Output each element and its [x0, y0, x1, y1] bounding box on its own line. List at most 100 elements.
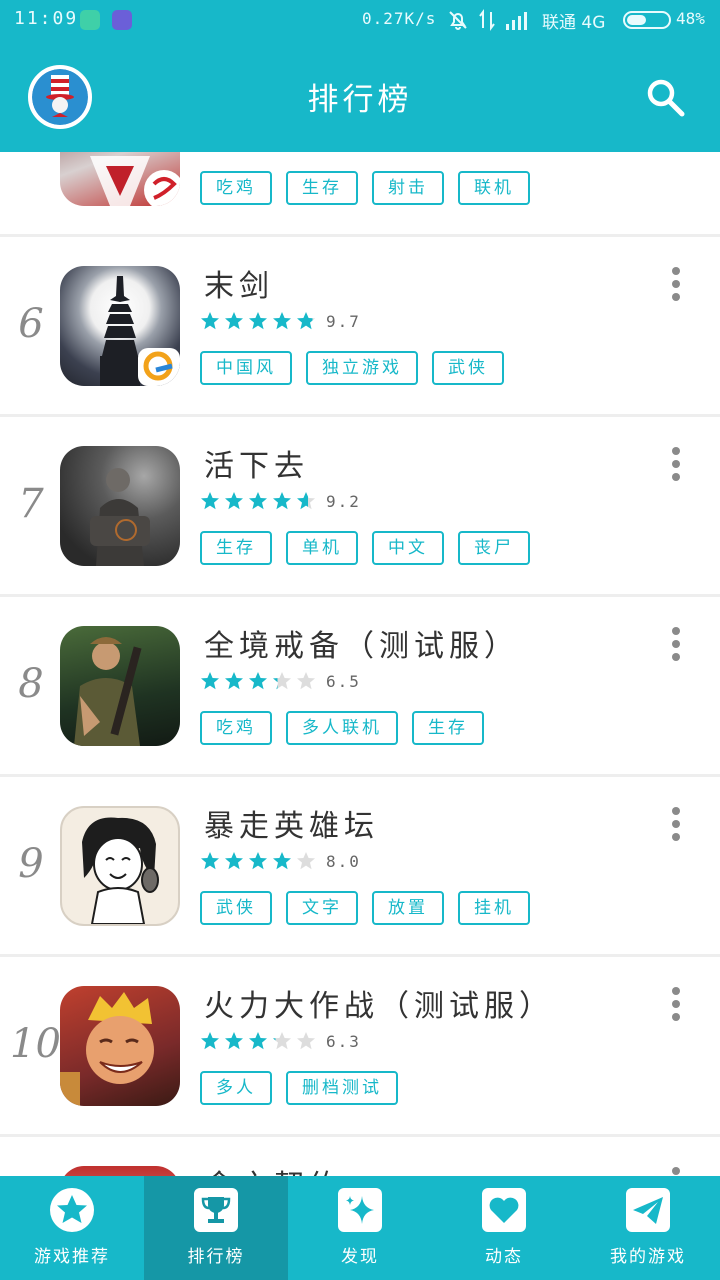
tag-list: 生存 单机 中文 丧尸	[200, 531, 544, 565]
game-tag[interactable]: 联机	[458, 171, 530, 205]
rank-number: 7	[18, 481, 44, 527]
ranking-list[interactable]: 吃鸡 生存 射击 联机 6 末剑 9.7 中国风 独立游戏 武侠 7 活下去 9…	[0, 152, 720, 1176]
star-icon	[273, 312, 291, 330]
search-icon[interactable]	[644, 76, 686, 118]
game-icon[interactable]	[60, 806, 180, 926]
nav-label: 排行榜	[187, 1247, 245, 1267]
ranking-row[interactable]: 10 火力大作战（测试服） 6.3 多人 删档测试	[0, 957, 720, 1137]
game-tag[interactable]: 武侠	[200, 891, 272, 925]
more-options-icon[interactable]	[664, 807, 688, 843]
tag-list: 吃鸡 生存 射击 联机	[200, 171, 544, 205]
network-speed: 0.27K/s	[362, 9, 437, 28]
ranking-row[interactable]: 9 暴走英雄坛 8.0 武侠 文字 放置 挂机	[0, 777, 720, 957]
more-options-icon[interactable]	[664, 627, 688, 663]
ranking-row[interactable]: 7 活下去 9.2 生存 单机 中文 丧尸	[0, 417, 720, 597]
game-icon[interactable]	[60, 986, 180, 1106]
game-name[interactable]: 全境戒备（测试服）	[204, 621, 519, 665]
game-tag[interactable]: 吃鸡	[200, 171, 272, 205]
star-icon	[225, 492, 243, 510]
status-time: 11:09	[14, 8, 79, 29]
ranking-row[interactable]: 6 末剑 9.7 中国风 独立游戏 武侠	[0, 237, 720, 417]
rank-number: 8	[18, 661, 44, 707]
star-icon	[273, 1032, 291, 1050]
tag-list: 武侠 文字 放置 挂机	[200, 891, 544, 925]
nav-item-recommend[interactable]: 游戏推荐	[0, 1176, 144, 1280]
game-tag[interactable]: 吃鸡	[200, 711, 272, 745]
game-icon[interactable]	[60, 1166, 180, 1176]
star-icon	[225, 1032, 243, 1050]
star-icon	[201, 672, 219, 690]
sparkle-icon	[338, 1188, 382, 1232]
game-name[interactable]: 活下去	[204, 441, 309, 485]
more-options-icon[interactable]	[664, 267, 688, 303]
star-icon	[297, 852, 315, 870]
rating-score: 9.2	[326, 491, 361, 511]
status-bar: 11:09 0.27K/s 联通 4G 48%	[0, 0, 720, 40]
game-tag[interactable]: 丧尸	[458, 531, 530, 565]
game-tag[interactable]: 生存	[200, 531, 272, 565]
game-tag[interactable]: 放置	[372, 891, 444, 925]
game-tag[interactable]: 武侠	[432, 351, 504, 385]
game-tag[interactable]: 多人	[200, 1071, 272, 1105]
battery-percentage: 48%	[676, 9, 705, 28]
game-tag[interactable]: 独立游戏	[306, 351, 418, 385]
game-name[interactable]: 火力大作战（测试服）	[204, 981, 554, 1025]
nav-item-ranking[interactable]: 排行榜	[144, 1176, 288, 1280]
carrier-label: 联通 4G	[542, 13, 606, 33]
heart-icon	[482, 1188, 526, 1232]
rank-number: 10	[10, 1021, 61, 1067]
more-options-icon[interactable]	[664, 987, 688, 1023]
star-icon	[249, 1032, 267, 1050]
star-icon	[249, 672, 267, 690]
star-icon	[201, 312, 219, 330]
star-icon	[297, 672, 315, 690]
game-name[interactable]: 末剑	[204, 261, 274, 305]
star-icon	[249, 852, 267, 870]
nav-item-feed[interactable]: 动态	[432, 1176, 576, 1280]
game-tag[interactable]: 单机	[286, 531, 358, 565]
game-tag[interactable]: 中国风	[200, 351, 292, 385]
game-tag[interactable]: 生存	[412, 711, 484, 745]
nav-item-discover[interactable]: 发现	[288, 1176, 432, 1280]
game-icon[interactable]	[60, 266, 180, 386]
ranking-row[interactable]: 8 全境戒备（测试服） 6.5 吃鸡 多人联机 生存	[0, 597, 720, 777]
rank-number: 9	[18, 841, 44, 887]
notification-app-icon	[112, 10, 132, 30]
nav-label: 动态	[485, 1247, 523, 1267]
game-tag[interactable]: 文字	[286, 891, 358, 925]
star-icon	[273, 672, 291, 690]
star-icon	[297, 1032, 315, 1050]
signal-icon	[506, 12, 527, 30]
more-options-icon[interactable]	[664, 1167, 688, 1176]
game-name[interactable]: 食之契约	[204, 1161, 344, 1176]
game-icon[interactable]	[60, 446, 180, 566]
game-tag[interactable]: 多人联机	[286, 711, 398, 745]
bottom-nav: 游戏推荐 排行榜 发现 动态 我的游戏	[0, 1176, 720, 1280]
notification-app-icon	[80, 10, 100, 30]
rating-score: 8.0	[326, 851, 361, 871]
tag-list: 中国风 独立游戏 武侠	[200, 351, 518, 385]
game-tag[interactable]: 删档测试	[286, 1071, 398, 1105]
game-icon[interactable]	[60, 626, 180, 746]
nav-item-my-games[interactable]: 我的游戏	[576, 1176, 720, 1280]
silent-bell-icon	[449, 11, 467, 30]
game-tag[interactable]: 挂机	[458, 891, 530, 925]
more-options-icon[interactable]	[664, 447, 688, 483]
star-icon	[50, 1188, 94, 1232]
ranking-row[interactable]: 食之契约	[0, 1137, 720, 1176]
star-icon	[201, 852, 219, 870]
game-tag[interactable]: 射击	[372, 171, 444, 205]
star-icon	[297, 492, 315, 510]
star-rating: 6.5	[200, 670, 361, 692]
star-icon	[249, 312, 267, 330]
game-tag[interactable]: 生存	[286, 171, 358, 205]
game-tag[interactable]: 中文	[372, 531, 444, 565]
game-name[interactable]: 暴走英雄坛	[204, 801, 379, 845]
star-rating: 9.2	[200, 490, 361, 512]
star-icon	[201, 1032, 219, 1050]
nav-label: 我的游戏	[610, 1247, 686, 1267]
star-icon	[225, 852, 243, 870]
star-icon	[201, 492, 219, 510]
ranking-row[interactable]: 吃鸡 生存 射击 联机	[0, 152, 720, 237]
game-icon[interactable]	[60, 152, 180, 206]
